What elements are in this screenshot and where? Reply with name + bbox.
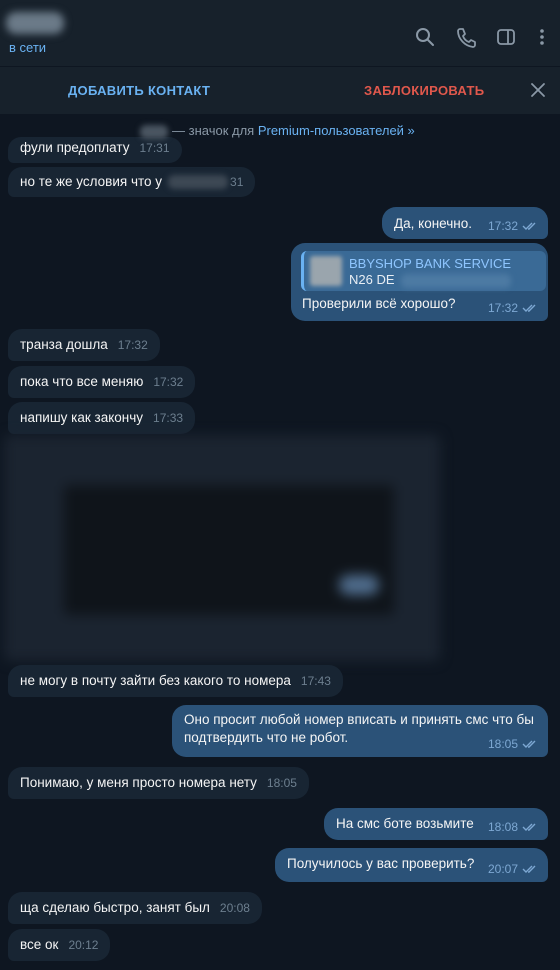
- message-outgoing[interactable]: Да, конечно. 17:32: [382, 207, 548, 239]
- message-incoming[interactable]: Понимаю, у меня просто номера нету 18:05: [8, 767, 309, 799]
- message-incoming[interactable]: все ок 20:12: [8, 929, 111, 961]
- message-text: транза дошла: [20, 337, 108, 352]
- message-time: 17:32: [117, 338, 148, 352]
- message-meta: 17:32: [478, 299, 538, 317]
- message-time: 20:07: [487, 862, 518, 876]
- message-time: 20:08: [219, 901, 250, 915]
- sidebar-icon[interactable]: [495, 26, 517, 48]
- search-icon[interactable]: [414, 26, 436, 48]
- message-meta: 20:07: [478, 860, 538, 878]
- photo-highlight: [339, 575, 379, 595]
- message-list[interactable]: фули предоплату 17:31 — значок для Premiu…: [0, 115, 560, 970]
- contact-action-bar: ДОБАВИТЬ КОНТАКТ ЗАБЛОКИРОВАТЬ: [0, 66, 560, 114]
- read-checkmarks-icon: [522, 304, 536, 313]
- redacted-text: [400, 273, 511, 288]
- read-checkmarks-icon: [522, 823, 536, 832]
- message-meta: 18:05: [478, 735, 538, 753]
- redacted-photo[interactable]: [4, 435, 440, 661]
- add-contact-button[interactable]: ДОБАВИТЬ КОНТАКТ: [68, 83, 210, 98]
- message-text: но те же условия что у: [20, 174, 163, 189]
- message-time: 18:08: [487, 820, 518, 834]
- message-time: 17:43: [300, 674, 331, 688]
- more-icon[interactable]: [531, 26, 553, 48]
- message-text: не могу в почту зайти без какого то номе…: [20, 673, 291, 688]
- message-text: Получилось у вас проверить?: [287, 856, 475, 871]
- message-incoming[interactable]: ща сделаю быстро, занят был 20:08: [8, 892, 262, 924]
- read-checkmarks-icon: [522, 865, 536, 874]
- reply-subtitle-text: N26 DE: [349, 272, 395, 287]
- message-text: ща сделаю быстро, занят был: [20, 900, 210, 915]
- premium-notice-text: — значок для: [172, 123, 258, 138]
- message-outgoing[interactable]: На смс боте возьмите 18:08: [324, 808, 548, 840]
- photo-content: [64, 485, 394, 615]
- message-outgoing[interactable]: Получилось у вас проверить? 20:07: [275, 848, 548, 882]
- redacted-name: [140, 124, 168, 139]
- premium-link[interactable]: Premium-пользователей »: [258, 123, 415, 138]
- message-time: 18:05: [266, 776, 297, 790]
- message-outgoing[interactable]: Оно просит любой номер вписать и принять…: [172, 705, 548, 757]
- message-text: пока что все меняю: [20, 374, 144, 389]
- online-status: в сети: [9, 40, 47, 55]
- read-checkmarks-icon: [522, 222, 536, 231]
- message-text: Проверили всё хорошо?: [302, 296, 456, 311]
- message-incoming[interactable]: транза дошла 17:32: [8, 329, 160, 361]
- message-time: 17:32: [153, 375, 184, 389]
- message-text: напишу как закончу: [20, 410, 144, 425]
- reply-thumbnail: [310, 256, 342, 286]
- message-time: 17:32: [487, 219, 518, 233]
- read-checkmarks-icon: [522, 740, 536, 749]
- message-outgoing-with-reply[interactable]: BBYSHOP BANK SERVICE N26 DE Проверили вс…: [291, 243, 548, 321]
- message-text: фули предоплату: [20, 140, 130, 155]
- message-incoming[interactable]: не могу в почту зайти без какого то номе…: [8, 665, 343, 697]
- redacted-text: [168, 175, 229, 190]
- message-text: Понимаю, у меня просто номера нету: [20, 775, 257, 790]
- message-time: 31: [230, 175, 244, 189]
- phone-icon[interactable]: [455, 26, 477, 48]
- message-time: 17:33: [153, 411, 184, 425]
- reply-subtitle: N26 DE: [349, 271, 511, 289]
- chat-header: в сети: [0, 0, 560, 66]
- message-time: 17:31: [139, 141, 170, 155]
- message-incoming[interactable]: фули предоплату 17:31: [8, 137, 182, 163]
- message-text: Да, конечно.: [394, 216, 472, 231]
- close-icon[interactable]: [528, 80, 548, 100]
- message-time: 17:32: [487, 301, 518, 315]
- premium-notice: — значок для Premium-пользователей »: [140, 123, 415, 139]
- block-user-button[interactable]: ЗАБЛОКИРОВАТЬ: [364, 83, 484, 98]
- message-time: 20:12: [68, 938, 99, 952]
- reply-preview[interactable]: BBYSHOP BANK SERVICE N26 DE: [301, 251, 546, 291]
- message-incoming[interactable]: пока что все меняю 17:32: [8, 366, 196, 398]
- message-text: все ок: [20, 937, 59, 952]
- message-text: На смс боте возьмите: [336, 816, 474, 831]
- message-text-line-1: Оно просит любой номер вписать и принять…: [184, 712, 534, 727]
- contact-name-redacted[interactable]: [6, 12, 64, 34]
- message-time: 18:05: [487, 737, 518, 751]
- message-meta: 17:32: [478, 217, 538, 235]
- message-incoming[interactable]: но те же условия что у 31: [8, 167, 256, 197]
- message-incoming[interactable]: напишу как закончу 17:33: [8, 402, 196, 434]
- message-meta: 18:08: [478, 818, 538, 836]
